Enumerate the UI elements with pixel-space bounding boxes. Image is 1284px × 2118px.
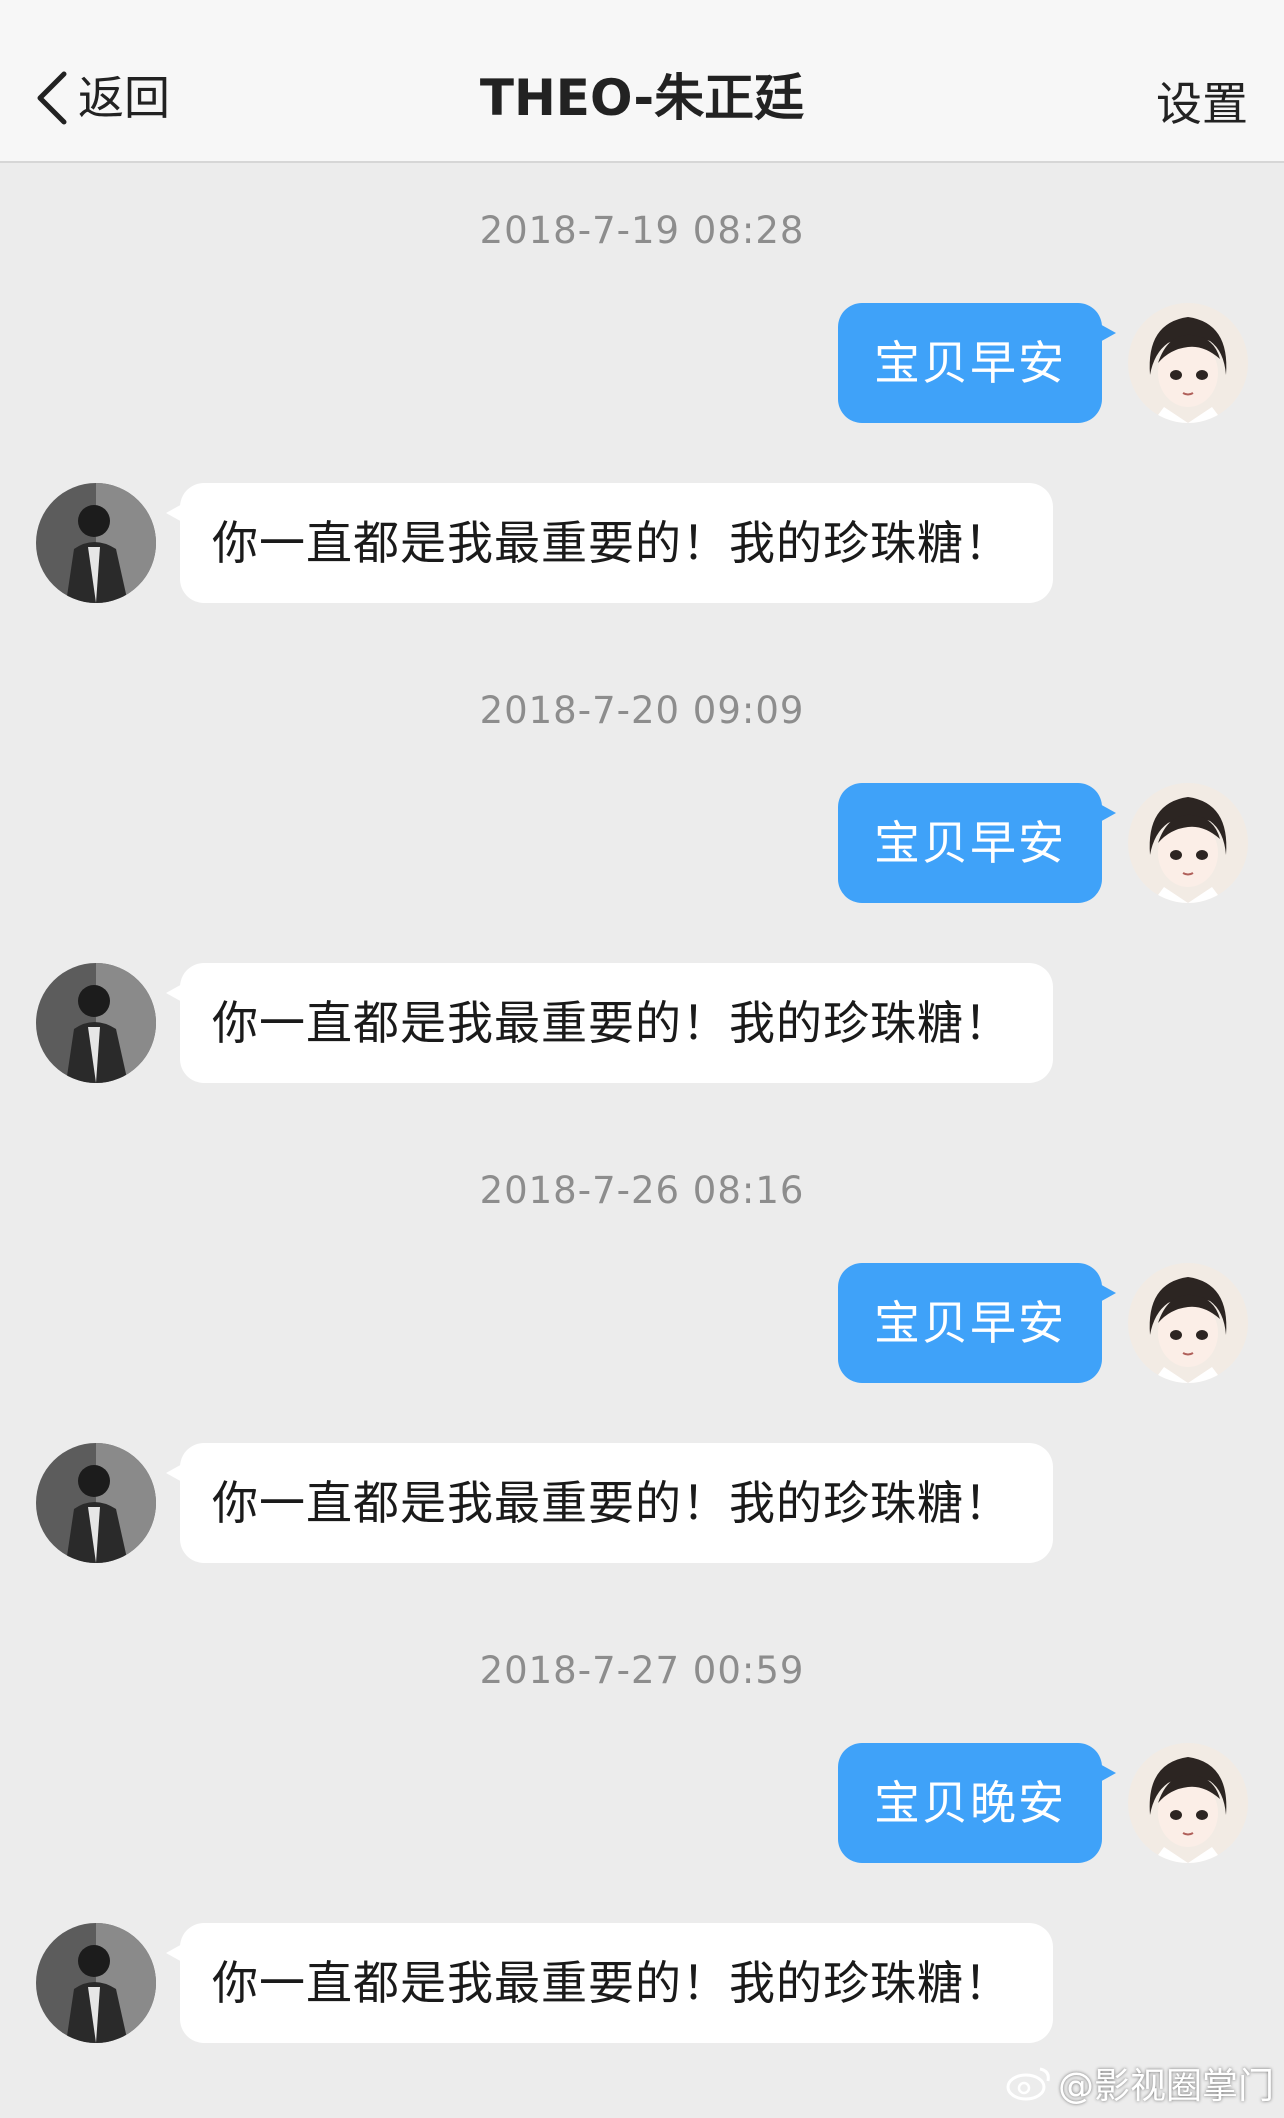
back-button[interactable]: 返回: [30, 62, 170, 134]
sent-message: 宝贝早安: [838, 783, 1248, 903]
self-avatar[interactable]: [1128, 1743, 1248, 1863]
message-group: 2018-7-27 00:59 宝贝晚安 你一直都是我最重要的！我的珍珠糖！: [0, 1603, 1284, 2083]
message-timestamp: 2018-7-27 00:59: [479, 1649, 805, 1692]
self-avatar[interactable]: [1128, 303, 1248, 423]
navigation-bar: 返回 THEO-朱正廷 设置: [0, 0, 1284, 163]
cartoon-avatar-icon: [1128, 1743, 1248, 1863]
sent-bubble[interactable]: 宝贝早安: [838, 1263, 1116, 1383]
watermark: @影视圈掌门: [1004, 2058, 1274, 2108]
sent-bubble[interactable]: 宝贝晚安: [838, 1743, 1116, 1863]
received-message: 你一直都是我最重要的！我的珍珠糖！: [36, 483, 1053, 603]
weibo-logo-icon: [1006, 2067, 1050, 2101]
sent-bubble[interactable]: 宝贝早安: [838, 303, 1116, 423]
contact-avatar[interactable]: [36, 1923, 156, 2043]
contact-avatar[interactable]: [36, 483, 156, 603]
message-timestamp: 2018-7-19 08:28: [479, 209, 805, 252]
sent-message: 宝贝早安: [838, 1263, 1248, 1383]
back-label: 返回: [78, 71, 170, 125]
message-timestamp: 2018-7-26 08:16: [479, 1169, 805, 1212]
sent-bubble[interactable]: 宝贝早安: [838, 783, 1116, 903]
photo-avatar-icon: [36, 963, 156, 1083]
received-bubble[interactable]: 你一直都是我最重要的！我的珍珠糖！: [166, 963, 1053, 1083]
sent-message: 宝贝早安: [838, 303, 1248, 423]
settings-button[interactable]: 设置: [1156, 68, 1248, 140]
contact-avatar[interactable]: [36, 963, 156, 1083]
received-bubble[interactable]: 你一直都是我最重要的！我的珍珠糖！: [166, 483, 1053, 603]
watermark-text: @影视圈掌门: [1057, 2066, 1274, 2107]
photo-avatar-icon: [36, 1443, 156, 1563]
received-message: 你一直都是我最重要的！我的珍珠糖！: [36, 963, 1053, 1083]
received-message: 你一直都是我最重要的！我的珍珠糖！: [36, 1923, 1053, 2043]
self-avatar[interactable]: [1128, 1263, 1248, 1383]
received-bubble[interactable]: 你一直都是我最重要的！我的珍珠糖！: [166, 1923, 1053, 2043]
sent-message: 宝贝晚安: [838, 1743, 1248, 1863]
message-group: 2018-7-19 08:28 宝贝早安 你一直都是我最重要的！我的珍珠糖！: [0, 163, 1284, 643]
photo-avatar-icon: [36, 483, 156, 603]
cartoon-avatar-icon: [1128, 783, 1248, 903]
message-group: 2018-7-20 09:09 宝贝早安 你一直都是我最重要的！我的珍珠糖！: [0, 643, 1284, 1123]
self-avatar[interactable]: [1128, 783, 1248, 903]
received-bubble[interactable]: 你一直都是我最重要的！我的珍珠糖！: [166, 1443, 1053, 1563]
chat-history[interactable]: 2018-7-19 08:28 宝贝早安 你一直都是我最重要的！我的珍珠糖！ 2…: [0, 163, 1284, 2083]
contact-avatar[interactable]: [36, 1443, 156, 1563]
message-group: 2018-7-26 08:16 宝贝早安 你一直都是我最重要的！我的珍珠糖！: [0, 1123, 1284, 1603]
cartoon-avatar-icon: [1128, 303, 1248, 423]
page-title: THEO-朱正廷: [479, 69, 805, 127]
photo-avatar-icon: [36, 1923, 156, 2043]
message-timestamp: 2018-7-20 09:09: [479, 689, 805, 732]
chevron-left-icon: [37, 71, 67, 125]
received-message: 你一直都是我最重要的！我的珍珠糖！: [36, 1443, 1053, 1563]
cartoon-avatar-icon: [1128, 1263, 1248, 1383]
